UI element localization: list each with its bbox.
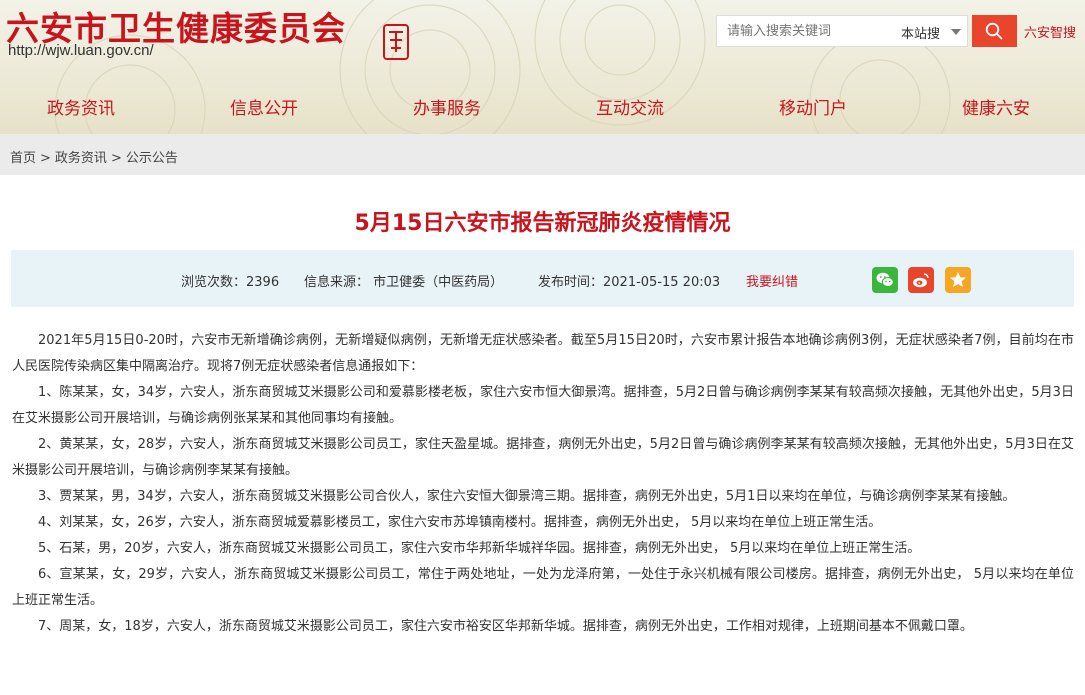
article-paragraph: 3、贾某某，男，34岁，六安人，浙东商贸城艾米摄影公司合伙人，家住六安恒大御景湾… — [38, 489, 1016, 504]
article-paragraph: 5、石某，男，20岁，六安人，浙东商贸城艾米摄影公司员工，家住六安市华邦新华城祥… — [38, 541, 921, 556]
favorite-button[interactable] — [945, 267, 971, 293]
nav-item-news[interactable]: 政务资讯 — [47, 94, 115, 119]
main-nav: 政务资讯 信息公开 办事服务 互动交流 移动门户 健康六安 — [0, 88, 1085, 124]
search-box: 本站搜 — [716, 15, 968, 47]
search-icon — [985, 22, 1003, 40]
article-title: 5月15日六安市报告新冠肺炎疫情情况 — [354, 211, 731, 236]
breadcrumb-bar: 首页 > 政务资讯 > 公示公告 — [0, 134, 1085, 175]
search-scope-select[interactable]: 本站搜 — [901, 23, 940, 42]
breadcrumb-item-news[interactable]: 政务资讯 — [55, 151, 107, 166]
breadcrumb-item-notices[interactable]: 公示公告 — [126, 151, 178, 166]
article-content: 2021年5月15日0-20时，六安市无新增确诊病例，无新增疑似病例，无新增无症… — [12, 328, 1074, 640]
wechat-icon — [876, 272, 894, 287]
chevron-down-icon[interactable] — [951, 29, 961, 35]
breadcrumb-item-home[interactable]: 首页 — [10, 151, 36, 166]
search-input[interactable] — [717, 16, 889, 46]
breadcrumb-separator: > — [110, 151, 122, 166]
site-header: 六安市卫生健康委员会 http://wjw.luan.gov.cn/ 本站搜 六… — [0, 0, 1085, 134]
article-meta-bar: 浏览次数：2396 信息来源： 市卫健委（中医药局） 发布时间：2021-05-… — [11, 250, 1074, 307]
article-paragraph: 1、陈某某，女，34岁，六安人，浙东商贸城艾米摄影公司和爱慕影楼老板，家住六安市… — [12, 385, 1074, 426]
info-source: 信息来源： 市卫健委（中医药局） — [304, 275, 504, 290]
nav-item-services[interactable]: 办事服务 — [413, 94, 481, 119]
nav-item-interaction[interactable]: 互动交流 — [596, 94, 664, 119]
share-weibo-button[interactable] — [908, 267, 934, 293]
report-error-link[interactable]: 我要纠错 — [746, 271, 798, 290]
publish-time: 发布时间：2021-05-15 20:03 — [538, 275, 721, 290]
article-paragraph: 2021年5月15日0-20时，六安市无新增确诊病例，无新增疑似病例，无新增无症… — [12, 333, 1074, 374]
nav-item-mobile[interactable]: 移动门户 — [779, 94, 847, 119]
seal-icon — [383, 24, 409, 60]
article-paragraph: 6、宣某某，女，29岁，六安人，浙东商贸城艾米摄影公司员工，常住于两处地址，一处… — [12, 567, 1074, 608]
view-count: 浏览次数：2396 — [181, 275, 280, 290]
share-wechat-button[interactable] — [872, 267, 898, 293]
nav-item-healthy-luan[interactable]: 健康六安 — [962, 94, 1030, 119]
article-paragraph: 2、黄某某，女，28岁，六安人，浙东商贸城艾米摄影公司员工，家住天盈星城。据排查… — [12, 437, 1074, 478]
weibo-icon — [913, 273, 929, 288]
article-paragraph: 7、周某，女，18岁，六安人，浙东商贸城艾米摄影公司员工，家住六安市裕安区华邦新… — [38, 619, 973, 634]
favorite-icon — [950, 272, 966, 287]
search-button[interactable] — [972, 15, 1017, 47]
article-paragraph: 4、刘某某，女，26岁，六安人，浙东商贸城爱慕影楼员工，家住六安市苏埠镇南楼村。… — [38, 515, 882, 530]
nav-item-disclosure[interactable]: 信息公开 — [230, 94, 298, 119]
breadcrumb-separator: > — [40, 151, 51, 166]
site-url[interactable]: http://wjw.luan.gov.cn/ — [8, 42, 154, 59]
breadcrumb: 首页 > 政务资讯 > 公示公告 — [10, 147, 178, 166]
smart-search-link[interactable]: 六安智搜 — [1024, 22, 1076, 41]
